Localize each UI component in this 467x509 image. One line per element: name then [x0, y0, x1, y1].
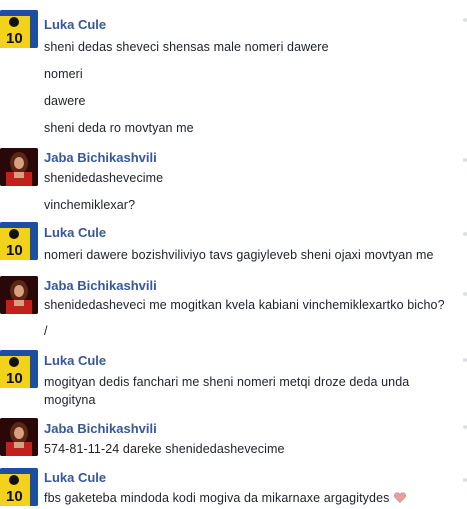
message-text: sheni deda ro movtyan me: [44, 121, 194, 135]
sender-name[interactable]: Luka Cule: [44, 17, 106, 32]
edge-marker: [463, 158, 467, 162]
luka-cule-avatar[interactable]: 10: [0, 468, 38, 506]
svg-text:10: 10: [6, 370, 23, 387]
edge-marker: [463, 232, 467, 236]
edge-marker: [463, 292, 467, 296]
message-text: nomeri: [44, 67, 83, 81]
sender-name[interactable]: Jaba Bichikashvili: [44, 421, 157, 436]
luka-cule-avatar[interactable]: 10: [0, 350, 38, 388]
svg-text:10: 10: [6, 488, 23, 505]
sender-name[interactable]: Luka Cule: [44, 225, 106, 240]
jaba-bichikashvili-avatar[interactable]: [0, 148, 38, 186]
sender-name[interactable]: Jaba Bichikashvili: [44, 278, 157, 293]
edge-marker: [463, 478, 467, 482]
message-text: shenidedasheveci me mogitkan kvela kabia…: [44, 298, 445, 312]
message-text: /: [44, 324, 48, 338]
svg-text:10: 10: [6, 30, 23, 47]
sender-name[interactable]: Jaba Bichikashvili: [44, 150, 157, 165]
luka-cule-avatar[interactable]: 10: [0, 222, 38, 260]
edge-marker: [463, 18, 467, 22]
message-text: mogityna: [44, 393, 96, 407]
svg-text:10: 10: [6, 242, 23, 259]
message-text: fbs gaketeba mindoda kodi mogiva da mika…: [44, 491, 390, 505]
message-text: sheni dedas sheveci shensas male nomeri …: [44, 40, 329, 54]
message-text: dawere: [44, 94, 86, 108]
sender-name[interactable]: Luka Cule: [44, 470, 106, 485]
heart-emoji-icon: [394, 492, 407, 503]
message-text: 574-81-11-24 dareke shenidedashevecime: [44, 442, 285, 456]
edge-marker: [463, 358, 467, 362]
message-text: vinchemiklexar?: [44, 198, 136, 212]
message-text: nomeri dawere bozishviliviyo tavs gagiyl…: [44, 248, 434, 262]
message-text: shenidedashevecime: [44, 171, 164, 185]
sender-name[interactable]: Luka Cule: [44, 353, 106, 368]
message-text: mogityan dedis fanchari me sheni nomeri …: [44, 375, 410, 389]
jaba-bichikashvili-avatar[interactable]: [0, 276, 38, 314]
edge-marker: [463, 425, 467, 429]
jaba-bichikashvili-avatar[interactable]: [0, 418, 38, 456]
message-text-with-emoji: fbs gaketeba mindoda kodi mogiva da mika…: [44, 491, 407, 505]
luka-cule-avatar[interactable]: 10: [0, 10, 38, 48]
